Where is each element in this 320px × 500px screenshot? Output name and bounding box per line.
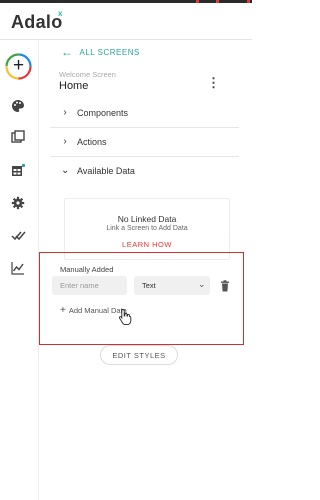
screen-title: Home (59, 80, 89, 92)
add-component-button[interactable]: + (5, 53, 32, 80)
gear-icon[interactable] (10, 195, 26, 211)
left-toolbar: + (0, 40, 39, 500)
palette-icon[interactable] (10, 98, 26, 114)
database-icon[interactable] (10, 162, 26, 178)
data-name-input[interactable] (52, 276, 127, 295)
section-available-data-label: Available Data (77, 165, 135, 176)
no-linked-title: No Linked Data (117, 214, 177, 224)
no-linked-subtitle: Link a Screen to Add Data (106, 225, 188, 232)
section-actions[interactable]: › Actions (61, 136, 107, 147)
section-components[interactable]: › Components (61, 107, 128, 118)
add-manual-data-button[interactable]: + Add Manual Data (60, 305, 127, 316)
manually-added-label: Manually Added (60, 265, 114, 274)
learn-how-link[interactable]: LEARN HOW (65, 240, 229, 249)
chevron-right-icon: › (63, 107, 67, 118)
double-check-icon[interactable] (10, 228, 26, 244)
back-arrow-icon: ← (61, 45, 74, 59)
chevron-down-icon: ⌄ (198, 279, 206, 289)
more-options-icon[interactable]: ⋮ (207, 75, 220, 91)
edit-styles-button[interactable]: EDIT STYLES (100, 345, 178, 365)
chevron-right-icon: › (63, 136, 67, 147)
chevron-down-icon: ⌄ (61, 165, 70, 176)
section-available-data[interactable]: ⌄ Available Data (61, 165, 135, 176)
analytics-icon[interactable] (10, 260, 26, 276)
data-type-select[interactable]: Text ⌄ (134, 276, 210, 295)
screen-subtitle: Welcome Screen (59, 70, 116, 79)
all-screens-label: ALL SCREENS (79, 47, 140, 57)
hand-cursor-icon (118, 309, 132, 326)
all-screens-link[interactable]: ← ALL SCREENS (61, 45, 140, 59)
app-logo: Adalo (11, 12, 63, 32)
section-actions-label: Actions (77, 136, 107, 147)
manual-data-section: Manually Added Text ⌄ + Add Manual Data (39, 252, 244, 345)
screen-panel: ← ALL SCREENS Welcome Screen Home ⋮ › Co… (39, 40, 252, 500)
section-components-label: Components (77, 107, 129, 118)
plus-icon: + (12, 55, 25, 76)
data-type-value: Text (142, 281, 156, 290)
screens-icon[interactable] (10, 129, 26, 145)
no-linked-data-card: No Linked Data Link a Screen to Add Data… (64, 198, 230, 260)
logo-mark: x (58, 9, 63, 18)
app-header: Adalo x (0, 3, 252, 40)
plus-icon: + (60, 305, 66, 316)
divider (50, 127, 239, 128)
trash-icon[interactable] (220, 280, 230, 292)
divider (50, 156, 239, 157)
